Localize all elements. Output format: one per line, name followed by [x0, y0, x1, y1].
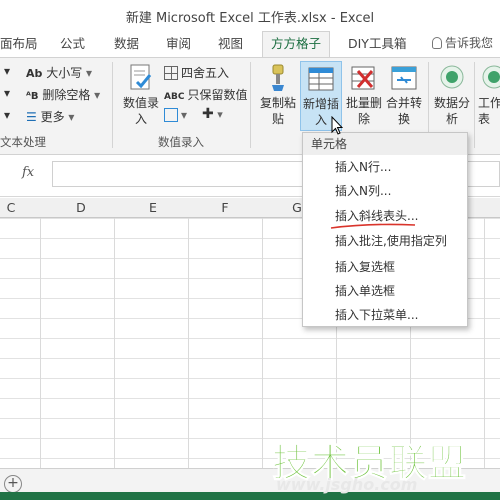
- chevron-icon: ▾: [4, 108, 11, 122]
- tab-fangfanggezi[interactable]: 方方格子: [262, 31, 331, 58]
- worksheet-icon: [480, 63, 500, 93]
- copy-paste-label: 复制粘 贴: [259, 96, 296, 126]
- data-analysis-button[interactable]: 数据分 析: [432, 61, 472, 131]
- lightbulb-icon: [432, 37, 442, 49]
- bottom-accent-strip: [0, 492, 500, 500]
- tab-review[interactable]: 审阅: [166, 34, 191, 56]
- delete-table-icon: [350, 63, 378, 93]
- case-button[interactable]: Ab 大小写 ▾: [26, 64, 92, 81]
- ab-case-icon: Ab: [26, 67, 43, 80]
- chevron-icon: ▾: [4, 64, 11, 78]
- edit-button[interactable]: ▾: [164, 108, 187, 122]
- copy-paste-button[interactable]: 复制粘 贴: [258, 61, 298, 131]
- data-analysis-label: 数据分 析: [433, 96, 470, 126]
- window-title: 新建 Microsoft Excel 工作表.xlsx - Excel: [125, 11, 375, 26]
- ribbon-tabs: 面布局 公式 数据 审阅 视图 方方格子 DIY工具箱 告诉我您: [0, 30, 500, 58]
- merge-icon: [390, 63, 418, 93]
- number-entry-icon: [127, 63, 155, 93]
- abc-icon: ABC: [164, 92, 185, 102]
- tell-me-box[interactable]: 告诉我您: [432, 34, 493, 51]
- number-entry-label: 数值录 入: [122, 96, 159, 126]
- batch-delete-label: 批量删 除: [345, 96, 382, 126]
- number-entry-button[interactable]: 数值录 入: [118, 61, 164, 131]
- batch-delete-button[interactable]: 批量删 除: [344, 61, 384, 131]
- tell-me-text: 告诉我您: [445, 36, 494, 50]
- tab-page-layout[interactable]: 面布局: [0, 34, 38, 56]
- column-header-c[interactable]: C: [0, 200, 48, 215]
- tab-diy-toolbox[interactable]: DIY工具箱: [348, 34, 406, 56]
- column-header-e[interactable]: E: [116, 200, 190, 215]
- edit-icon: [164, 108, 178, 122]
- grid-table-icon: [164, 66, 178, 80]
- plus-icon: ✚: [202, 106, 214, 122]
- number-group-label: 数值录入: [158, 135, 204, 149]
- chevron-icon: ▾: [4, 86, 11, 100]
- red-underline-annotation: [330, 223, 416, 229]
- tab-formulas[interactable]: 公式: [60, 34, 85, 56]
- mouse-cursor-icon: [331, 116, 343, 135]
- more-button[interactable]: ☰ 更多 ▾: [26, 108, 74, 125]
- tab-data[interactable]: 数据: [114, 34, 139, 56]
- menu-item-insert-dropdown[interactable]: 插入下拉菜单...: [335, 306, 418, 323]
- tab-view[interactable]: 视图: [218, 34, 243, 56]
- ab-trim-icon: ᴬB: [26, 91, 39, 102]
- round-button[interactable]: 四舍五入: [164, 64, 229, 81]
- paintbrush-icon: [264, 63, 292, 93]
- group-separator: [474, 62, 475, 148]
- merge-convert-label: 合并转 换: [385, 96, 422, 126]
- add-sheet-icon[interactable]: +: [4, 475, 22, 493]
- list-icon: ☰: [26, 110, 37, 124]
- title-bar: 新建 Microsoft Excel 工作表.xlsx - Excel: [0, 0, 500, 30]
- menu-item-insert-columns[interactable]: 插入N列...: [335, 182, 391, 199]
- keep-value-button[interactable]: ABC 只保留数值: [164, 86, 247, 103]
- merge-convert-button[interactable]: 合并转 换: [384, 61, 424, 131]
- worksheet-button[interactable]: 工作 表: [478, 61, 500, 131]
- insert-table-icon: [307, 64, 335, 94]
- worksheet-label: 工作 表: [478, 96, 500, 126]
- group-separator: [250, 62, 251, 148]
- menu-item-insert-radio[interactable]: 插入单选框: [335, 282, 395, 299]
- menu-header: 单元格: [303, 133, 467, 155]
- fx-icon[interactable]: fx: [22, 165, 34, 180]
- trim-spaces-button[interactable]: ᴬB 删除空格 ▾: [26, 86, 100, 103]
- plus-button[interactable]: ✚ ▾: [202, 106, 223, 122]
- menu-item-insert-comment[interactable]: 插入批注,使用指定列: [335, 232, 447, 249]
- column-header-d[interactable]: D: [44, 200, 118, 215]
- column-header-f[interactable]: F: [188, 200, 262, 215]
- group-separator: [112, 62, 113, 148]
- watermark-url: www.jsgho.com: [276, 475, 418, 494]
- menu-item-insert-checkbox[interactable]: 插入复选框: [335, 258, 395, 275]
- analysis-icon: [438, 63, 466, 93]
- text-group-label: 文本处理: [0, 135, 46, 149]
- menu-item-insert-rows[interactable]: 插入N行...: [335, 158, 391, 175]
